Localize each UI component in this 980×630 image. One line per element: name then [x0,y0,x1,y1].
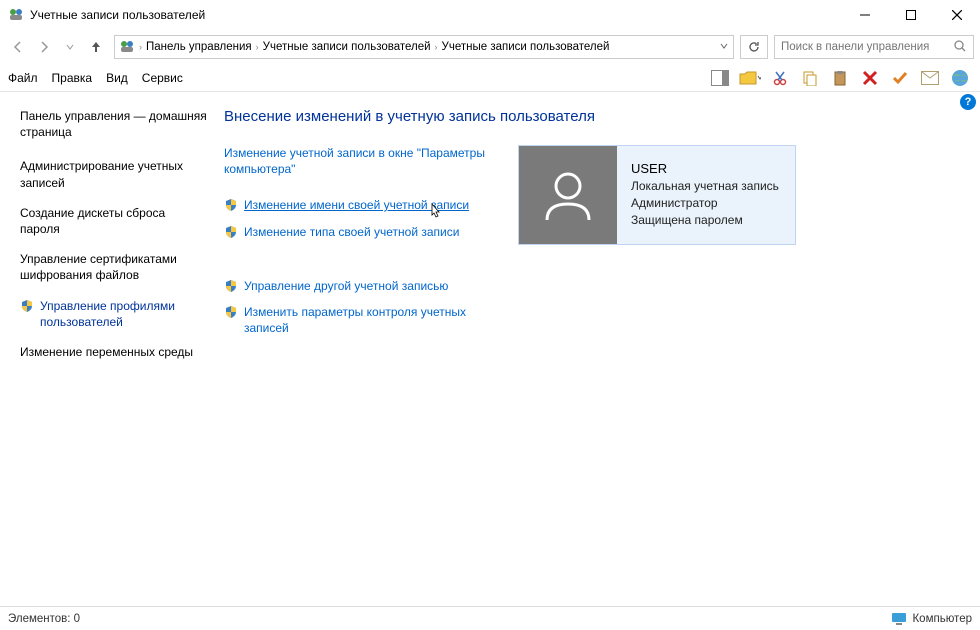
shield-icon [224,305,238,319]
copy-icon[interactable] [798,66,822,90]
main-content: ? Панель управления — домашняя страница … [0,92,980,606]
sidebar-link-3[interactable]: Управление профилями пользователей [20,298,208,330]
view-pane-icon[interactable] [708,66,732,90]
menu-file[interactable]: Файл [8,71,38,85]
paste-icon[interactable] [828,66,852,90]
crumb-1[interactable]: Учетные записи пользователей [263,41,431,53]
window-title: Учетные записи пользователей [30,8,842,22]
actions-list: Изменение учетной записи в окне "Парамет… [224,145,494,346]
content-area: Внесение изменений в учетную запись поль… [218,92,980,606]
page-heading: Внесение изменений в учетную запись поль… [224,108,960,125]
action-uac-settings[interactable]: Изменить параметры контроля учетных запи… [224,304,494,336]
status-bar: Элементов: 0 Компьютер [0,606,980,630]
user-card: USER Локальная учетная запись Администра… [518,145,796,245]
search-icon[interactable] [953,39,967,56]
toolbar-icons [708,66,972,90]
action-change-in-settings[interactable]: Изменение учетной записи в окне "Парамет… [224,145,494,177]
menu-bar: Файл Правка Вид Сервис [0,64,980,92]
action-manage-other[interactable]: Управление другой учетной записью [224,278,494,294]
element-count: Элементов: 0 [8,613,80,625]
mail-icon[interactable] [918,66,942,90]
search-box[interactable] [774,35,974,59]
cut-icon[interactable] [768,66,792,90]
breadcrumb[interactable]: › Панель управления › Учетные записи пол… [114,35,734,59]
help-icon[interactable]: ? [960,94,976,110]
minimize-button[interactable] [842,0,888,30]
sidebar-link-0[interactable]: Администрирование учетных записей [20,158,208,190]
user-role: Администратор [631,195,779,212]
menu-edit[interactable]: Правка [52,71,93,85]
action-change-type[interactable]: Изменение типа своей учетной записи [224,224,494,240]
menu-tools[interactable]: Сервис [142,71,183,85]
sidebar: Панель управления — домашняя страница Ад… [0,92,218,606]
forward-button[interactable] [32,35,56,59]
chevron-right-icon: › [139,42,142,52]
app-icon [8,6,24,25]
check-icon[interactable] [888,66,912,90]
crumb-0[interactable]: Панель управления [146,41,252,53]
globe-icon[interactable] [948,66,972,90]
back-button[interactable] [6,35,30,59]
search-input[interactable] [781,41,953,53]
maximize-button[interactable] [888,0,934,30]
chevron-down-icon[interactable] [719,40,729,54]
recent-dropdown[interactable] [58,35,82,59]
menu-view[interactable]: Вид [106,71,128,85]
user-info: USER Локальная учетная запись Администра… [617,146,779,244]
refresh-button[interactable] [740,35,768,59]
control-panel-home-link[interactable]: Панель управления — домашняя страница [20,108,208,140]
sidebar-link-4[interactable]: Изменение переменных среды [20,344,208,360]
shield-icon [224,225,238,239]
shield-icon [224,279,238,293]
action-change-name[interactable]: Изменение имени своей учетной записи [224,197,494,213]
computer-icon [891,612,907,626]
title-bar: Учетные записи пользователей [0,0,980,30]
close-button[interactable] [934,0,980,30]
shield-icon [20,299,34,313]
app-icon [119,38,135,57]
user-protection: Защищена паролем [631,212,779,229]
up-button[interactable] [84,35,108,59]
crumb-2[interactable]: Учетные записи пользователей [442,41,610,53]
chevron-right-icon: › [435,42,438,52]
shield-icon [224,198,238,212]
user-name: USER [631,160,779,178]
folder-dropdown-icon[interactable] [738,66,762,90]
avatar [519,146,617,244]
sidebar-link-2[interactable]: Управление сертификатами шифрования файл… [20,251,208,283]
computer-indicator[interactable]: Компьютер [891,612,972,626]
delete-icon[interactable] [858,66,882,90]
sidebar-link-1[interactable]: Создание дискеты сброса пароля [20,205,208,237]
chevron-right-icon: › [256,42,259,52]
address-bar: › Панель управления › Учетные записи пол… [0,30,980,64]
user-type: Локальная учетная запись [631,178,779,195]
